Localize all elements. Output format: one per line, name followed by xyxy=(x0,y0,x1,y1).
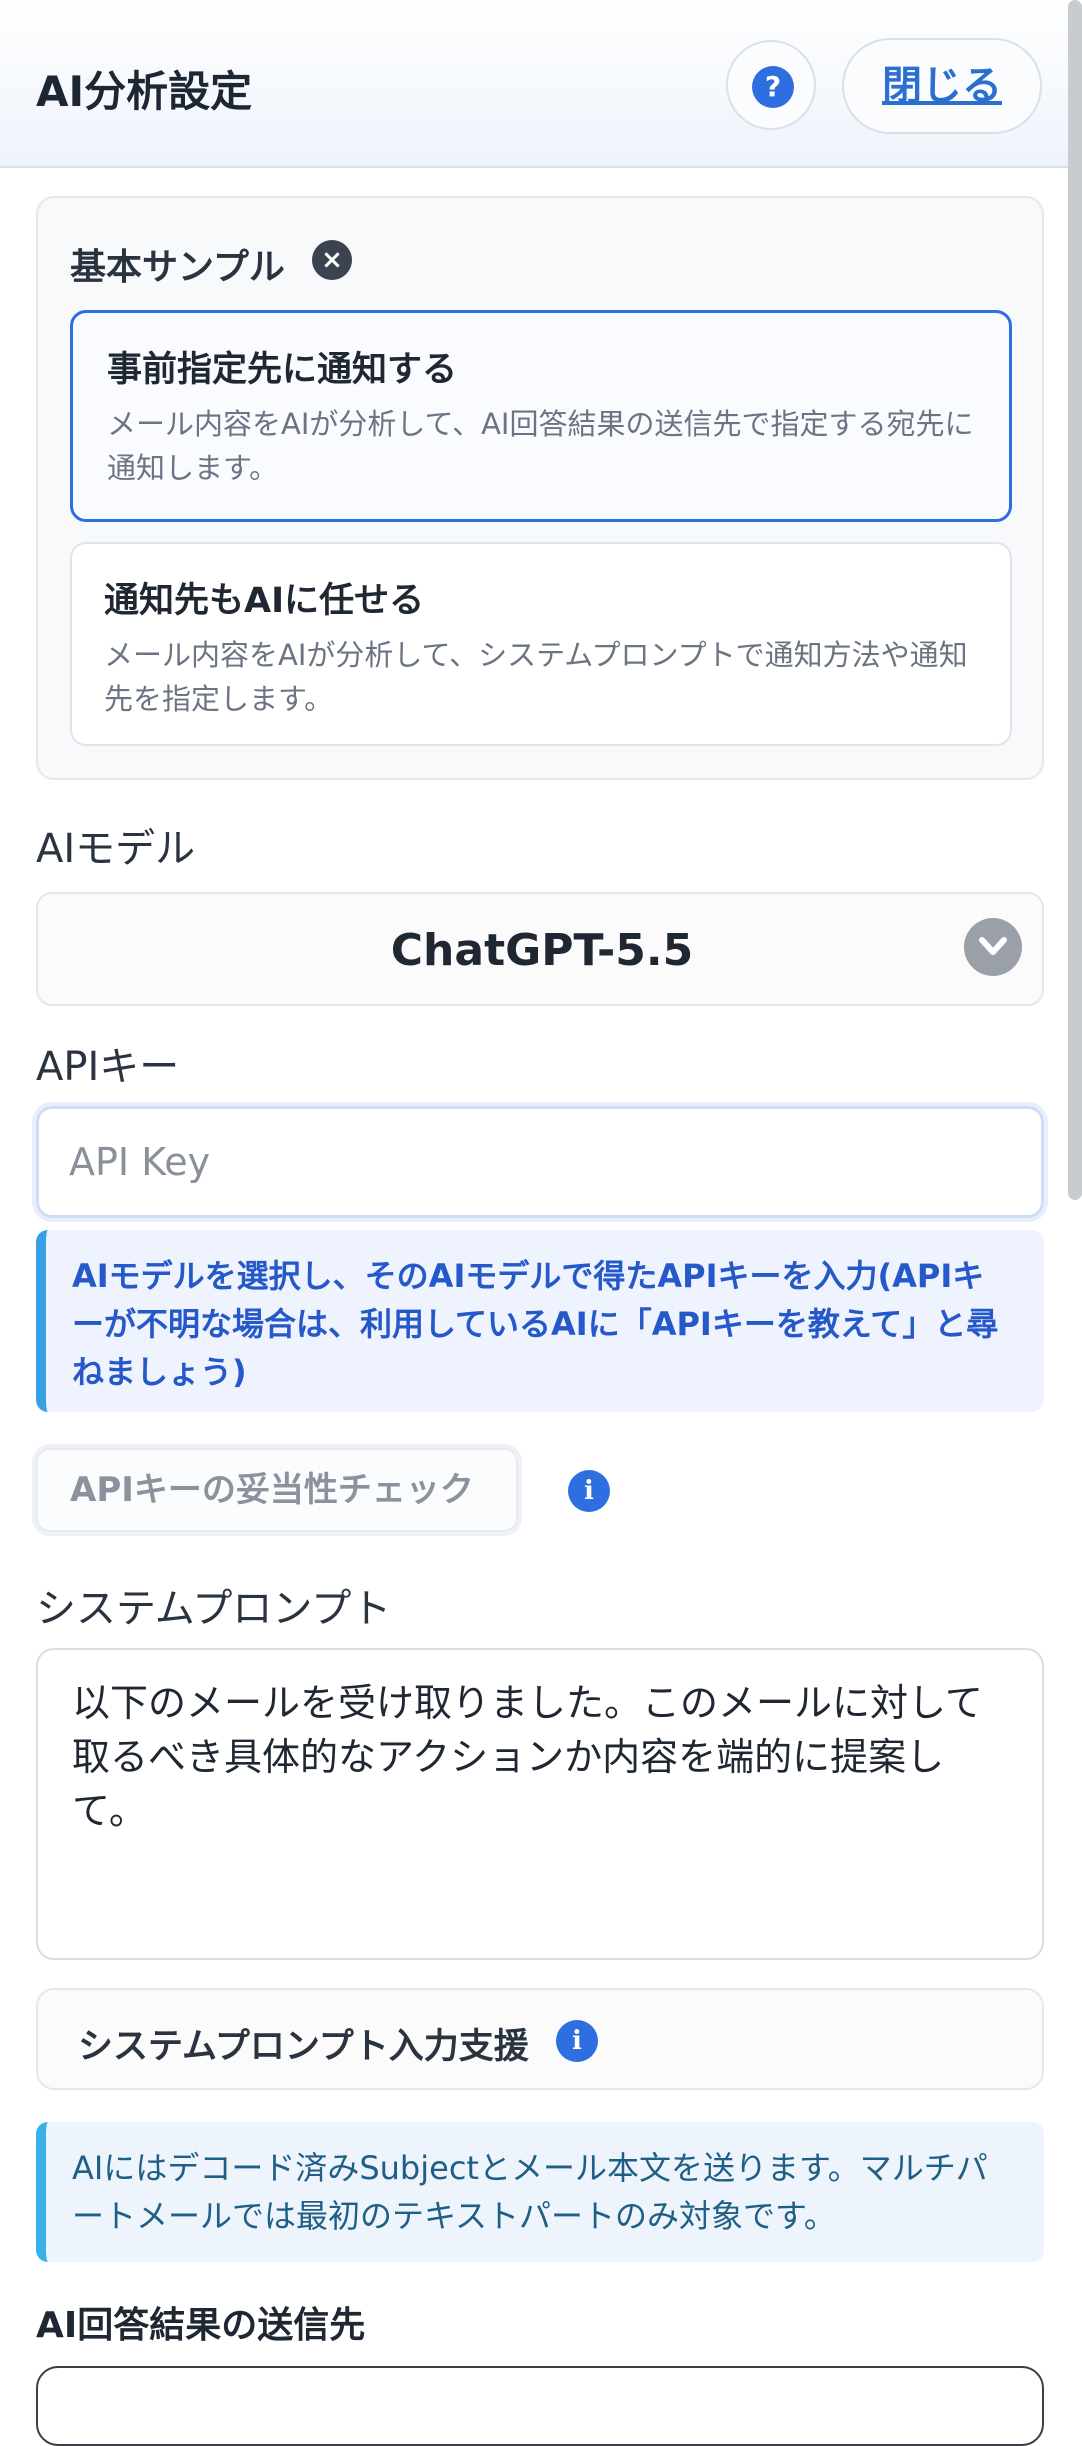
system-prompt-label: システムプロンプト xyxy=(36,1586,392,1632)
api-key-help-note: AIモデルを選択し、そのAIモデルで得たAPIキーを入力(APIキーが不明な場合… xyxy=(36,1230,1044,1412)
model-label: AIモデル xyxy=(36,826,196,872)
model-select[interactable]: ChatGPT-5.5 xyxy=(36,892,1044,1006)
option-title: 事前指定先に通知する xyxy=(107,350,458,390)
info-icon[interactable]: i xyxy=(556,2020,598,2062)
option-description: メール内容をAIが分析して、AI回答結果の送信先で指定する宛先に通知します。 xyxy=(107,407,974,485)
help-button[interactable]: ? xyxy=(726,40,816,130)
sample-title: 基本サンプル xyxy=(70,247,285,288)
chevron-down-icon xyxy=(964,918,1022,976)
close-button[interactable]: 閉じる xyxy=(842,38,1042,134)
sample-option-predefined[interactable]: 事前指定先に通知する メール内容をAIが分析して、AI回答結果の送信先で指定する… xyxy=(70,310,1012,522)
scrollbar[interactable] xyxy=(1068,0,1082,1200)
system-prompt-note: AIにはデコード済みSubjectとメール本文を送ります。マルチパートメールでは… xyxy=(36,2122,1044,2262)
header-bar: AI分析設定 ? 閉じる xyxy=(0,0,1082,168)
api-key-input[interactable] xyxy=(32,1102,1048,1222)
option-description: メール内容をAIが分析して、システムプロンプトで通知方法や通知先を指定します。 xyxy=(104,638,968,716)
sample-option-ai-decides[interactable]: 通知先もAIに任せる メール内容をAIが分析して、システムプロンプトで通知方法や… xyxy=(70,542,1012,746)
page-title: AI分析設定 xyxy=(36,67,253,116)
assist-label: システムプロンプト入力支援 xyxy=(78,2027,529,2067)
info-icon[interactable]: i xyxy=(568,1470,610,1512)
result-destination-field[interactable] xyxy=(36,2366,1044,2446)
question-icon: ? xyxy=(752,66,794,108)
clear-sample-icon[interactable]: × xyxy=(312,240,352,280)
result-destination-label: AI回答結果の送信先 xyxy=(36,2305,366,2346)
api-key-check-button[interactable]: APIキーの妥当性チェック xyxy=(32,1444,522,1536)
api-key-label: APIキー xyxy=(36,1044,180,1090)
option-title: 通知先もAIに任せる xyxy=(104,581,425,621)
system-prompt-textarea[interactable]: 以下のメールを受け取りました。このメールに対して取るべき具体的なアクションか内容… xyxy=(36,1648,1044,1960)
system-prompt-assist-toggle[interactable]: システムプロンプト入力支援 i xyxy=(36,1988,1044,2090)
model-select-value: ChatGPT-5.5 xyxy=(390,925,694,976)
